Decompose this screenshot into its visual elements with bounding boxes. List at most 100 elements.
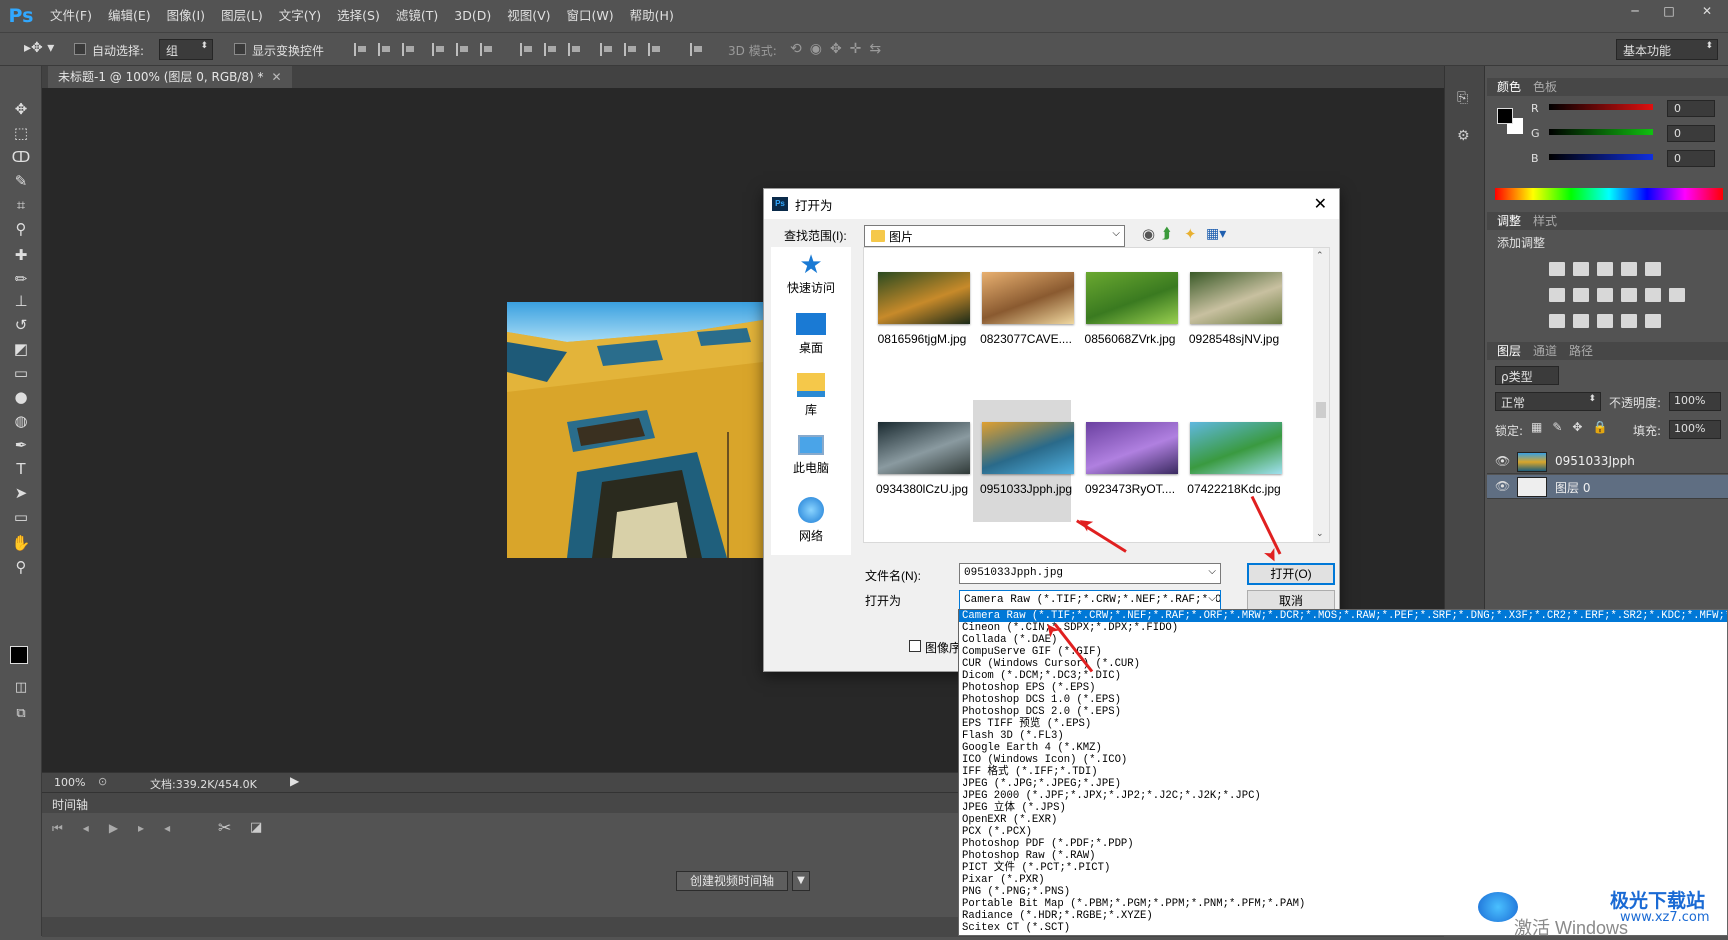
tab-styles[interactable]: 样式 [1533,212,1557,230]
auto-select-target-dropdown[interactable]: 组 ⬍ [159,39,213,60]
export-icon[interactable]: ⊙ [98,775,107,788]
shape-tool-icon[interactable]: ▭ [8,506,34,528]
file-type-option[interactable]: CUR (Windows Cursor) (*.CUR) [959,658,1727,670]
file-type-option[interactable]: JPEG 立体 (*.JPS) [959,802,1727,814]
history-panel-icon[interactable]: ⎘ [1457,90,1468,106]
align-left-icon[interactable] [432,43,446,56]
align-vcenter-icon[interactable] [378,43,392,56]
file-type-option[interactable]: Cineon (*.CIN;*.SDPX;*.DPX;*.FIDO) [959,622,1727,634]
channel-value-b[interactable]: 0 [1667,150,1715,167]
up-folder-icon[interactable]: ⮭ [1162,225,1171,242]
distribute-top-icon[interactable] [520,43,534,56]
file-item[interactable]: 07422218Kdc.jpg [1181,400,1282,522]
brush-tool-icon[interactable]: ✏ [8,268,34,290]
screen-mode-icon[interactable]: ⧉ [8,702,34,724]
place-network[interactable]: 网络 [771,495,851,544]
file-item[interactable]: 0856068ZVrk.jpg [1077,250,1178,372]
lasso-tool-icon[interactable]: ↀ [8,146,34,168]
history-brush-icon[interactable]: ↺ [8,314,34,336]
file-type-option[interactable]: Photoshop EPS (*.EPS) [959,682,1727,694]
tab-paths[interactable]: 路径 [1569,342,1593,360]
align-hcenter-icon[interactable] [456,43,470,56]
place-desktop[interactable]: 桌面 [771,311,851,356]
blend-mode-dropdown[interactable]: 正常 ⬍ [1495,392,1601,411]
zoom-level[interactable]: 100% [54,776,85,789]
eraser-icon[interactable]: ◩ [8,338,34,360]
scroll-up-icon[interactable]: ⌃ [1316,250,1324,261]
scroll-down-icon[interactable]: ⌄ [1316,528,1324,539]
file-type-option[interactable]: IFF 格式 (*.IFF;*.TDI) [959,766,1727,778]
distribute-vcenter-icon[interactable] [544,43,558,56]
close-window-button[interactable]: ✕ [1690,0,1724,22]
crop-tool-icon[interactable]: ⌗ [8,194,34,216]
align-bottom-icon[interactable] [402,43,416,56]
gradient-map-icon[interactable] [1645,314,1661,328]
exposure-icon[interactable] [1621,262,1637,276]
file-item[interactable]: 0816596tjgM.jpg [869,250,970,372]
file-type-option[interactable]: Collada (*.DAE) [959,634,1727,646]
menu-item-1[interactable]: 编辑(E) [100,0,159,32]
dodge-icon[interactable]: ◍ [8,410,34,432]
stamp-tool-icon[interactable]: ⊥ [8,290,34,312]
blur-icon[interactable]: ● [8,386,34,408]
menu-item-5[interactable]: 选择(S) [329,0,388,32]
layer-row[interactable]: 👁 图层 0 [1487,475,1728,499]
path-select-icon[interactable]: ➤ [8,482,34,504]
distribute-hcenter-icon[interactable] [624,43,638,56]
posterize-icon[interactable] [1573,314,1589,328]
black-white-icon[interactable] [1597,288,1613,302]
dialog-close-icon[interactable]: ✕ [1314,194,1327,214]
threshold-icon[interactable] [1597,314,1613,328]
image-sequence-checkbox[interactable] [909,640,921,652]
timeline-dropdown-arrow-icon[interactable]: ▼ [792,871,810,891]
minimize-button[interactable]: ─ [1618,0,1652,22]
close-tab-icon[interactable]: ✕ [272,70,282,84]
layer-row[interactable]: 👁 0951033Jpph [1487,450,1728,474]
properties-panel-icon[interactable]: ⚙ [1457,128,1470,144]
tab-color[interactable]: 颜色 [1497,78,1521,96]
zoom-tool-icon[interactable]: ⚲ [8,556,34,578]
playback-controls[interactable]: ⏮◂▶▸◂ [52,821,190,836]
menu-item-0[interactable]: 文件(F) [42,0,100,32]
move-tool-preset-icon[interactable]: ▸✥ ▾ [24,40,54,56]
hue-saturation-icon[interactable] [1549,288,1565,302]
file-type-option[interactable]: Flash 3D (*.FL3) [959,730,1727,742]
place-this-pc[interactable]: 此电脑 [771,433,851,476]
3d-mode-icons[interactable]: ⟲◉✥✛⇆ [790,41,889,57]
tab-swatches[interactable]: 色板 [1533,78,1557,96]
gradient-icon[interactable]: ▭ [8,362,34,384]
create-video-timeline-button[interactable]: 创建视频时间轴 [676,871,788,891]
pen-tool-icon[interactable]: ✒ [8,434,34,456]
scrollbar-thumb[interactable] [1316,402,1326,418]
tab-layers[interactable]: 图层 [1497,342,1521,360]
photo-filter-icon[interactable] [1621,288,1637,302]
distribute-left-icon[interactable] [600,43,614,56]
channel-value-g[interactable]: 0 [1667,125,1715,142]
file-list-scrollbar[interactable]: ⌃ ⌄ [1313,248,1329,542]
file-type-option[interactable]: JPEG 2000 (*.JPF;*.JPX;*.JP2;*.J2C;*.J2K… [959,790,1727,802]
file-item[interactable]: 0923473RyOT.... [1077,400,1178,522]
move-tool-icon[interactable]: ✥ [8,98,34,120]
file-type-option[interactable]: Google Earth 4 (*.KMZ) [959,742,1727,754]
menu-item-4[interactable]: 文字(Y) [271,0,329,32]
file-type-option[interactable]: Dicom (*.DCM;*.DC3;*.DIC) [959,670,1727,682]
align-top-icon[interactable] [354,43,368,56]
hand-tool-icon[interactable]: ✋ [8,532,34,554]
curves-icon[interactable] [1597,262,1613,276]
file-type-option[interactable]: JPEG (*.JPG;*.JPEG;*.JPE) [959,778,1727,790]
channel-slider-r[interactable] [1549,104,1653,110]
file-item[interactable]: 0934380lCzU.jpg [869,400,970,522]
color-spectrum-bar[interactable] [1495,188,1723,200]
auto-select-checkbox[interactable] [74,43,86,55]
back-icon[interactable]: ◉ [1142,225,1155,243]
status-menu-arrow-icon[interactable]: ▶ [290,774,299,788]
healing-brush-icon[interactable]: ✚ [8,244,34,266]
lock-icons[interactable]: ▦✎✥🔒 [1531,420,1617,434]
show-transform-checkbox[interactable] [234,43,246,55]
brightness-icon[interactable] [1549,262,1565,276]
transition-icon[interactable]: ◪ [250,820,262,835]
new-folder-icon[interactable]: ✦ [1184,225,1197,243]
tab-channels[interactable]: 通道 [1533,342,1557,360]
marquee-tool-icon[interactable]: ⬚ [8,122,34,144]
menu-item-7[interactable]: 3D(D) [446,0,499,32]
